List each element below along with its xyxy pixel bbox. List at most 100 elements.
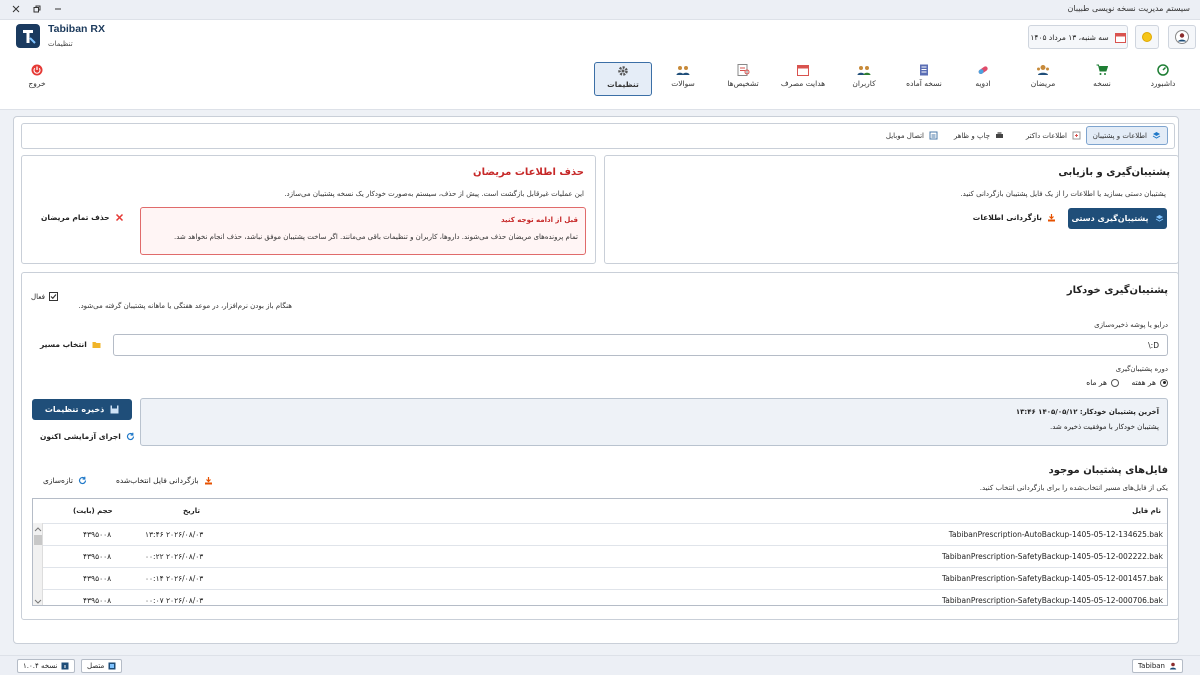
database-icon: [1155, 215, 1163, 222]
radio-checked-icon: [1160, 378, 1168, 387]
cell-size: ۴۳۹۵۰۰۸: [83, 596, 112, 605]
cell-date: ۲۰۲۶/۰۸/۰۳ ۰۰:۲۲: [145, 552, 204, 561]
warning-text: تمام پرونده‌های مریضان حذف می‌شوند. دارو…: [174, 233, 578, 241]
files-title: فایل‌های پشتیبان موجود: [1048, 465, 1168, 476]
diagnosis-icon: [737, 64, 750, 76]
restore-icon: [33, 5, 41, 13]
save-icon: [110, 405, 119, 414]
tab-mobile-connection[interactable]: اتصال موبایل: [880, 126, 944, 145]
cell-date: ۲۰۲۶/۰۸/۰۳ ۰۰:۰۷: [145, 596, 204, 605]
scroll-down-icon: [34, 599, 42, 604]
nav-diagnoses[interactable]: تشخیص‌ها: [714, 62, 772, 96]
user-menu-button[interactable]: [1168, 25, 1196, 49]
manual-backup-button[interactable]: پشتیبان‌گیری دستی: [1068, 208, 1167, 229]
files-description: یکی از فایل‌های مسیر انتخاب‌شده را برای …: [979, 484, 1168, 492]
period-label: دوره پشتیبان‌گیری: [1115, 365, 1168, 373]
last-backup-time: آخرین پشتیبان خودکار: ۱۴۰۵/۰۵/۱۲ ۱۳:۴۶: [1015, 408, 1159, 416]
nav-questions[interactable]: سوالات: [654, 62, 712, 96]
cell-date: ۲۰۲۶/۰۸/۰۳ ۰۰:۱۴: [145, 574, 204, 583]
status-bar: نسخه ۱.۰.۴ متصل Tabiban: [0, 655, 1200, 675]
nav-dashboard[interactable]: داشبورد: [1134, 62, 1192, 96]
column-header-filename[interactable]: نام فایل: [1132, 499, 1161, 523]
backup-folder-input[interactable]: D:\: [113, 334, 1168, 356]
table-scrollbar[interactable]: [33, 523, 43, 605]
tab-data-backup[interactable]: اطلاعات و پشتیبان: [1085, 126, 1168, 145]
restore-data-button[interactable]: بازگردانی اطلاعات: [973, 213, 1056, 222]
theme-toggle-button[interactable]: [1135, 25, 1159, 49]
maximize-window-button[interactable]: [29, 2, 45, 17]
doctor-icon: [1072, 131, 1081, 140]
table-row[interactable]: TabibanPrescription-AutoBackup-1405-05-1…: [43, 523, 1167, 545]
delete-all-patients-button[interactable]: حذف تمام مریضان: [41, 213, 124, 222]
restore-selected-button[interactable]: بازگردانی فایل انتخاب‌شده: [116, 476, 213, 485]
logout-button[interactable]: خروج: [8, 62, 66, 96]
date-display: سه شنبه، ۱۳ مرداد ۱۴۰۵: [1028, 25, 1128, 49]
tab-print-appearance[interactable]: چاپ و ظاهر: [948, 126, 1010, 145]
refresh-icon: [126, 432, 134, 441]
database-icon: [1152, 132, 1161, 139]
cell-filename: TabibanPrescription-AutoBackup-1405-05-1…: [948, 530, 1163, 539]
users-icon: [857, 66, 871, 75]
sun-icon: [1142, 32, 1152, 42]
app-logo: [16, 24, 40, 48]
main-toolbar: داشبورد نسخه مریضان ادویه نسخه آماده کار…: [0, 54, 1200, 110]
close-icon: [115, 213, 123, 222]
auto-backup-enabled-checkbox[interactable]: فعال: [31, 292, 58, 301]
last-backup-status: پشتیبان خودکار با موفقیت ذخیره شد.: [1049, 423, 1159, 431]
info-icon: [61, 662, 69, 670]
folder-icon: [92, 342, 101, 348]
table-row[interactable]: TabibanPrescription-SafetyBackup-1405-05…: [43, 589, 1167, 605]
auto-backup-description: هنگام باز بودن نرم‌افزار، در موعد هفتگی …: [78, 302, 292, 310]
page-subtitle: تنظیمات: [48, 40, 73, 48]
cell-filename: TabibanPrescription-SafetyBackup-1405-05…: [941, 596, 1163, 605]
refresh-button[interactable]: تازه‌سازی: [43, 476, 87, 485]
title-bar: سیستم مدیریت نسخه نویسی طبیبان: [0, 0, 1200, 20]
nav-medicines[interactable]: ادویه: [954, 62, 1012, 96]
nav-settings[interactable]: تنظیمات: [594, 62, 652, 96]
cell-size: ۴۳۹۵۰۰۸: [83, 574, 112, 583]
app-header: Tabiban RX تنظیمات سه شنبه، ۱۳ مرداد ۱۴۰…: [0, 20, 1200, 54]
restore-icon: [204, 477, 212, 485]
tab-doctor-info[interactable]: اطلاعات داکتر: [1020, 126, 1087, 145]
dashboard-icon: [1157, 64, 1169, 76]
nav-ready-prescription[interactable]: نسخه آماده: [895, 62, 953, 96]
questions-icon: [676, 66, 690, 75]
card-description: پشتیبان دستی بسازید یا اطلاعات را از یک …: [960, 190, 1166, 198]
cell-date: ۲۰۲۶/۰۸/۰۳ ۱۳:۴۶: [145, 530, 204, 539]
period-weekly-radio[interactable]: هر هفته: [1131, 378, 1168, 387]
last-backup-info: آخرین پشتیبان خودکار: ۱۴۰۵/۰۵/۱۲ ۱۳:۴۶ پ…: [140, 398, 1168, 446]
save-settings-button[interactable]: ذخیره تنظیمات: [32, 399, 132, 420]
connection-icon: [108, 662, 116, 670]
close-window-button[interactable]: [8, 2, 24, 17]
logo-icon: [23, 30, 36, 44]
nav-users[interactable]: کاربران: [835, 62, 893, 96]
auto-backup-title: پشتیبان‌گیری خودکار: [1066, 285, 1168, 296]
period-monthly-radio[interactable]: هر ماه: [1086, 378, 1119, 387]
nav-prescription[interactable]: نسخه: [1073, 62, 1131, 96]
warning-box: قبل از ادامه توجه کنید تمام پرونده‌های م…: [140, 207, 586, 255]
current-user-badge[interactable]: Tabiban: [1132, 659, 1183, 673]
nav-usage-instructions[interactable]: هدایت مصرف: [774, 62, 832, 96]
nav-patients[interactable]: مریضان: [1014, 62, 1072, 96]
scroll-up-icon: [34, 527, 42, 532]
connection-status: متصل: [81, 659, 123, 673]
enabled-label: فعال: [31, 292, 45, 301]
date-text: سه شنبه، ۱۳ مرداد ۱۴۰۵: [1030, 32, 1109, 42]
column-header-date[interactable]: تاریخ: [183, 499, 200, 523]
scrollbar-thumb[interactable]: [34, 535, 42, 545]
pill-icon: [978, 66, 988, 75]
gear-icon: [618, 66, 628, 76]
select-path-button[interactable]: انتخاب مسیر: [40, 340, 101, 349]
table-row[interactable]: TabibanPrescription-SafetyBackup-1405-05…: [43, 545, 1167, 567]
mobile-icon: [929, 131, 938, 140]
close-icon: [12, 5, 20, 13]
patients-icon: [1037, 65, 1049, 75]
warning-title: قبل از ادامه توجه کنید: [501, 216, 578, 224]
folder-label: درایو یا پوشه ذخیره‌سازی: [1094, 321, 1168, 329]
minimize-window-button[interactable]: [50, 2, 66, 17]
card-title: حذف اطلاعات مریضان: [473, 167, 584, 178]
refresh-icon: [78, 476, 87, 485]
test-run-button[interactable]: اجرای آزمایشی اکنون: [40, 432, 135, 441]
column-header-size[interactable]: حجم (بایت): [73, 499, 113, 523]
table-row[interactable]: TabibanPrescription-SafetyBackup-1405-05…: [43, 567, 1167, 589]
